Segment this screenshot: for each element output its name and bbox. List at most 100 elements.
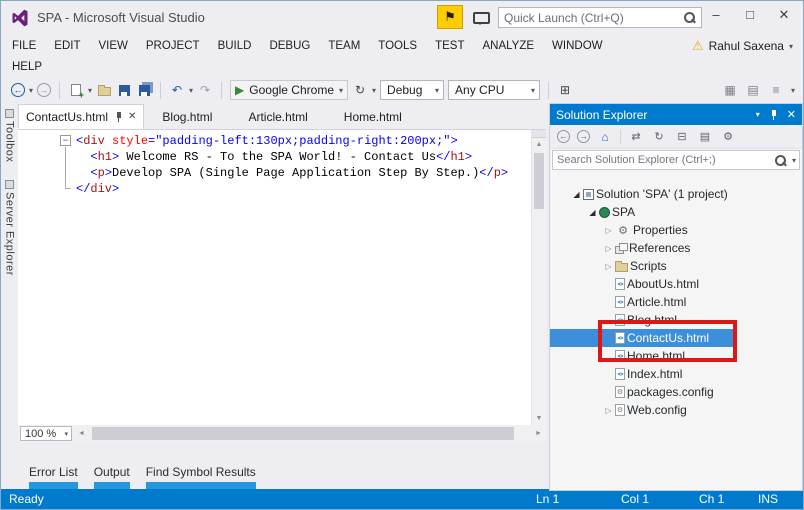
- tree-item-properties[interactable]: Properties: [550, 221, 802, 239]
- panel-tab-error-list[interactable]: Error List: [29, 465, 78, 491]
- menu-item-test[interactable]: TEST: [426, 40, 473, 52]
- navigate-backward-dropdown-icon[interactable]: ▾: [29, 86, 33, 95]
- collapsed-arrow-icon[interactable]: [602, 244, 615, 253]
- document-tab-article-html[interactable]: Article.html: [236, 104, 325, 129]
- navigate-backward-button[interactable]: ←: [11, 83, 25, 97]
- quick-launch-input[interactable]: [499, 10, 683, 25]
- vertical-scrollbar-thumb[interactable]: [534, 153, 544, 209]
- tree-item-solution-spa-1-project[interactable]: Solution 'SPA' (1 project): [550, 185, 802, 203]
- sync-with-active-document-button[interactable]: ⇄: [628, 130, 644, 143]
- properties-button[interactable]: ⚙: [720, 130, 736, 143]
- new-file-dropdown-icon[interactable]: ▾: [88, 86, 92, 95]
- zoom-combobox[interactable]: 100 % ▾: [20, 426, 72, 441]
- notifications-flag-button[interactable]: ⚑: [437, 5, 463, 29]
- minimize-button[interactable]: –: [699, 1, 733, 28]
- code-line[interactable]: − <div style="padding-left:130px;padding-…: [18, 133, 531, 149]
- tree-item-blog-html[interactable]: Blog.html: [550, 311, 802, 329]
- expanded-arrow-icon[interactable]: [586, 208, 599, 217]
- menu-item-tools[interactable]: TOOLS: [369, 40, 426, 52]
- code-line[interactable]: <p>Develop SPA (Single Page Application …: [18, 165, 531, 181]
- titlebar[interactable]: SPA - Microsoft Visual Studio ⚑ – □ ✕: [1, 1, 803, 35]
- find-in-files-button[interactable]: ⊞: [557, 82, 573, 98]
- undo-dropdown-icon[interactable]: ▾: [189, 86, 193, 95]
- solution-configuration-combobox[interactable]: Debug ▾: [380, 80, 445, 100]
- tree-item-web-config[interactable]: Web.config: [550, 401, 802, 419]
- menu-item-help[interactable]: HELP: [3, 61, 51, 73]
- collapsed-arrow-icon[interactable]: [602, 262, 615, 271]
- tool-window-tab-toolbox[interactable]: Toolbox: [1, 109, 18, 174]
- save-button[interactable]: [116, 82, 132, 98]
- show-all-files-button[interactable]: ▤: [697, 130, 713, 143]
- save-all-button[interactable]: [136, 82, 152, 98]
- browser-link-dropdown-icon[interactable]: ▾: [372, 86, 376, 95]
- menu-item-edit[interactable]: EDIT: [45, 40, 89, 52]
- close-button[interactable]: ✕: [767, 1, 801, 28]
- toolbar-extra-button-1[interactable]: ▦: [722, 82, 738, 98]
- solution-search-input[interactable]: [553, 154, 774, 166]
- redo-button[interactable]: ↷: [197, 82, 213, 98]
- code-line[interactable]: <h1> Welcome RS - To the SPA World! - Co…: [18, 149, 531, 165]
- collapsed-arrow-icon[interactable]: [602, 226, 615, 235]
- code-line[interactable]: </div>: [18, 181, 531, 197]
- menu-item-window[interactable]: WINDOW: [543, 40, 611, 52]
- menu-item-build[interactable]: BUILD: [209, 40, 261, 52]
- feedback-bubble-icon[interactable]: [473, 12, 490, 25]
- tool-window-tab-server-explorer[interactable]: Server Explorer: [1, 180, 18, 288]
- document-tab-blog-html[interactable]: Blog.html: [150, 104, 230, 129]
- scroll-left-arrow[interactable]: ◄: [74, 425, 89, 442]
- start-debugging-button[interactable]: ▶ Google Chrome ▾: [230, 80, 349, 100]
- user-menu[interactable]: ⚠ Rahul Saxena ▾: [692, 38, 793, 54]
- collapsed-arrow-icon[interactable]: [602, 406, 615, 415]
- back-button[interactable]: ←: [557, 130, 570, 143]
- menu-item-file[interactable]: FILE: [3, 40, 45, 52]
- expanded-arrow-icon[interactable]: [570, 190, 583, 199]
- tree-item-references[interactable]: References: [550, 239, 802, 257]
- menu-item-view[interactable]: VIEW: [90, 40, 137, 52]
- open-file-button[interactable]: [96, 82, 112, 98]
- horizontal-scrollbar-thumb[interactable]: [92, 427, 514, 440]
- scroll-down-arrow[interactable]: ▼: [532, 412, 546, 425]
- tree-item-index-html[interactable]: Index.html: [550, 365, 802, 383]
- search-options-dropdown-icon[interactable]: ▾: [792, 156, 799, 165]
- tree-item-packages-config[interactable]: packages.config: [550, 383, 802, 401]
- splitter-handle[interactable]: [532, 130, 546, 138]
- menu-item-debug[interactable]: DEBUG: [260, 40, 319, 52]
- solution-explorer-close-button[interactable]: ✕: [787, 108, 796, 121]
- solution-explorer-titlebar[interactable]: Solution Explorer ▾ ✕: [550, 104, 802, 125]
- new-file-button[interactable]: [68, 82, 84, 100]
- forward-button[interactable]: →: [577, 130, 590, 143]
- document-tab-home-html[interactable]: Home.html: [332, 104, 420, 129]
- panel-tab-output[interactable]: Output: [93, 465, 130, 491]
- menu-item-analyze[interactable]: ANALYZE: [473, 40, 543, 52]
- code-editor-surface[interactable]: − <div style="padding-left:130px;padding-…: [18, 129, 546, 425]
- scroll-up-arrow[interactable]: ▲: [532, 138, 546, 151]
- collapse-region-button[interactable]: −: [60, 135, 71, 146]
- toolbar-options-chevron-icon[interactable]: ▾: [791, 86, 795, 95]
- tree-item-spa[interactable]: SPA: [550, 203, 802, 221]
- menu-item-project[interactable]: PROJECT: [137, 40, 209, 52]
- vertical-scrollbar[interactable]: ▲ ▼: [531, 130, 546, 425]
- pin-icon[interactable]: [769, 109, 779, 121]
- pin-icon[interactable]: [114, 111, 123, 123]
- tree-item-contactus-html[interactable]: ContactUs.html: [550, 329, 736, 347]
- undo-button[interactable]: ↶: [169, 82, 185, 98]
- tree-item-article-html[interactable]: Article.html: [550, 293, 802, 311]
- panel-tab-find-symbol-results[interactable]: Find Symbol Results: [145, 465, 256, 491]
- home-button[interactable]: ⌂: [597, 130, 613, 144]
- scroll-right-arrow[interactable]: ►: [531, 425, 546, 442]
- tree-item-scripts[interactable]: Scripts: [550, 257, 802, 275]
- navigate-forward-button[interactable]: →: [37, 83, 52, 97]
- document-tab-contactus-html[interactable]: ContactUs.html ✕: [18, 104, 145, 129]
- close-icon[interactable]: ✕: [128, 111, 136, 122]
- collapse-all-button[interactable]: ⊟: [674, 130, 690, 143]
- window-position-dropdown-icon[interactable]: ▾: [756, 110, 760, 119]
- toolbar-extra-button-3[interactable]: ≡: [768, 82, 784, 98]
- refresh-button[interactable]: ↻: [651, 130, 667, 143]
- horizontal-scrollbar[interactable]: ◄ ►: [72, 425, 546, 442]
- maximize-button[interactable]: □: [733, 1, 767, 28]
- browser-target-dropdown-icon[interactable]: ▾: [339, 86, 343, 95]
- code-lines[interactable]: − <div style="padding-left:130px;padding-…: [18, 130, 531, 425]
- browser-link-refresh-button[interactable]: ↻: [352, 82, 368, 98]
- tree-item-aboutus-html[interactable]: AboutUs.html: [550, 275, 802, 293]
- tree-item-home-html[interactable]: Home.html: [550, 347, 802, 365]
